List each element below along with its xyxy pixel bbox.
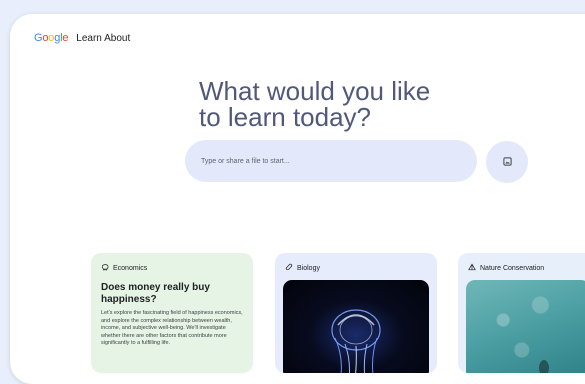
image-upload-icon <box>502 153 512 171</box>
card-title: Does money really buy happiness? <box>101 282 210 305</box>
jellyfish-image <box>283 280 429 373</box>
bandage-icon <box>285 263 293 273</box>
card-description: Let's explore the fascinating field of h… <box>101 310 243 346</box>
piggy-bank-icon <box>101 263 109 273</box>
image-upload-button[interactable] <box>486 141 528 183</box>
search-placeholder: Type or share a file to start... <box>201 157 290 165</box>
page-title: What would you like to learn today? <box>199 78 430 130</box>
app-window: Google Learn About What would you like t… <box>10 14 585 384</box>
topic-card-economics[interactable]: Economics Does money really buy happines… <box>91 253 253 373</box>
card-topic: Economics <box>101 263 243 273</box>
app-header: Google Learn About <box>34 32 130 44</box>
card-topic: Biology <box>285 263 427 273</box>
topic-card-biology[interactable]: Biology <box>275 253 437 373</box>
page-title-line-2: to learn today? <box>199 102 372 132</box>
product-name: Learn About <box>76 32 131 44</box>
card-topic: Nature Conservation <box>468 263 585 273</box>
page-title-line-1: What would you like <box>199 76 431 106</box>
topic-card-nature-conservation[interactable]: Nature Conservation <box>458 253 585 373</box>
google-logo[interactable]: Google <box>34 32 68 44</box>
tent-icon <box>468 263 476 273</box>
search-input[interactable]: Type or share a file to start... <box>185 140 477 182</box>
ocean-water-image <box>466 280 585 373</box>
